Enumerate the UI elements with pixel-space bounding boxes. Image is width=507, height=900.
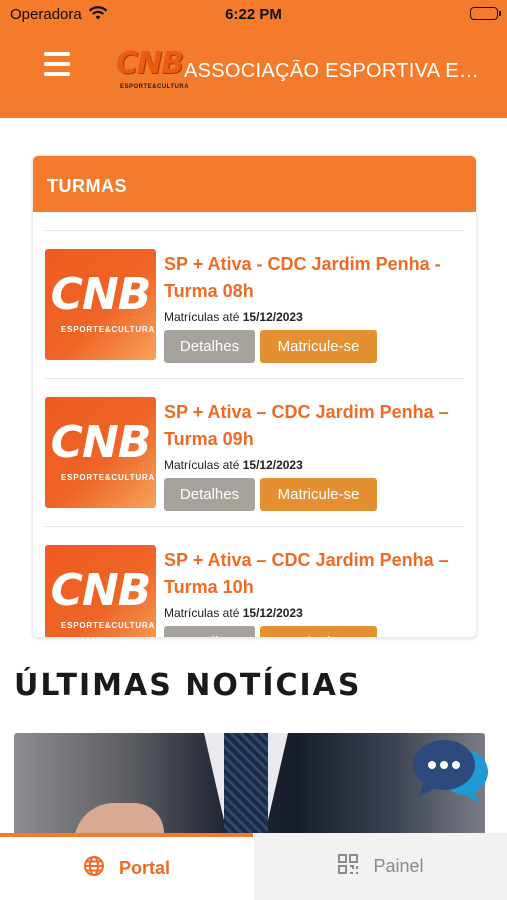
details-button[interactable]: Detalhes xyxy=(164,330,255,363)
app-title: ASSOCIAÇÃO ESPORTIVA E CULTURAL NOVA BRA… xyxy=(184,60,484,82)
chat-bubble-icon[interactable] xyxy=(410,735,492,807)
details-button[interactable]: Detalhes xyxy=(164,626,255,637)
turmas-list: CNB ESPORTE&CULTURA SP + Ativa - CDC Jar… xyxy=(45,230,464,637)
enroll-button[interactable]: Matricule-se xyxy=(260,626,377,637)
turmas-card: TURMAS CNB ESPORTE&CULTURA SP + Ativa - … xyxy=(32,155,477,638)
enrollment-deadline: Matrículas até 15/12/2023 xyxy=(164,458,303,472)
globe-icon xyxy=(83,855,105,882)
enroll-button[interactable]: Matricule-se xyxy=(260,330,377,363)
enroll-button[interactable]: Matricule-se xyxy=(260,478,377,511)
turma-thumbnail[interactable]: CNB ESPORTE&CULTURA xyxy=(45,249,156,360)
bottom-tab-bar: Portal Painel xyxy=(0,833,507,900)
tab-painel-label: Painel xyxy=(373,856,424,876)
enrollment-deadline: Matrículas até 15/12/2023 xyxy=(164,606,303,620)
hamburger-menu-icon[interactable] xyxy=(44,52,74,78)
dashboard-grid-icon xyxy=(337,853,359,880)
turma-title[interactable]: SP + Ativa – CDC Jardim Penha – Turma 09… xyxy=(164,399,464,453)
turma-title[interactable]: SP + Ativa - CDC Jardim Penha - Turma 08… xyxy=(164,251,464,305)
turma-thumbnail[interactable]: CNB ESPORTE&CULTURA xyxy=(45,397,156,508)
tab-portal[interactable]: Portal xyxy=(0,833,253,900)
turma-item: CNB ESPORTE&CULTURA SP + Ativa – CDC Jar… xyxy=(45,378,464,526)
tab-portal-label: Portal xyxy=(118,858,170,878)
tab-painel[interactable]: Painel xyxy=(254,833,507,900)
turma-title[interactable]: SP + Ativa – CDC Jardim Penha – Turma 10… xyxy=(164,547,464,601)
app-header: Operadora 6:22 PM CNB ESPORTE&CULTURA AS… xyxy=(0,0,507,118)
turma-item: CNB ESPORTE&CULTURA SP + Ativa – CDC Jar… xyxy=(45,526,464,637)
turma-item: CNB ESPORTE&CULTURA SP + Ativa - CDC Jar… xyxy=(45,230,464,378)
turma-thumbnail[interactable]: CNB ESPORTE&CULTURA xyxy=(45,545,156,637)
brand-logo: CNB ESPORTE&CULTURA xyxy=(116,46,190,91)
status-time: 6:22 PM xyxy=(225,6,282,23)
enrollment-deadline: Matrículas até 15/12/2023 xyxy=(164,310,303,324)
turmas-heading: TURMAS xyxy=(33,156,476,212)
news-heading: ÚLTIMAS NOTÍCIAS xyxy=(14,668,362,703)
status-bar: Operadora 6:22 PM xyxy=(0,0,507,30)
battery-icon xyxy=(470,7,501,20)
details-button[interactable]: Detalhes xyxy=(164,478,255,511)
